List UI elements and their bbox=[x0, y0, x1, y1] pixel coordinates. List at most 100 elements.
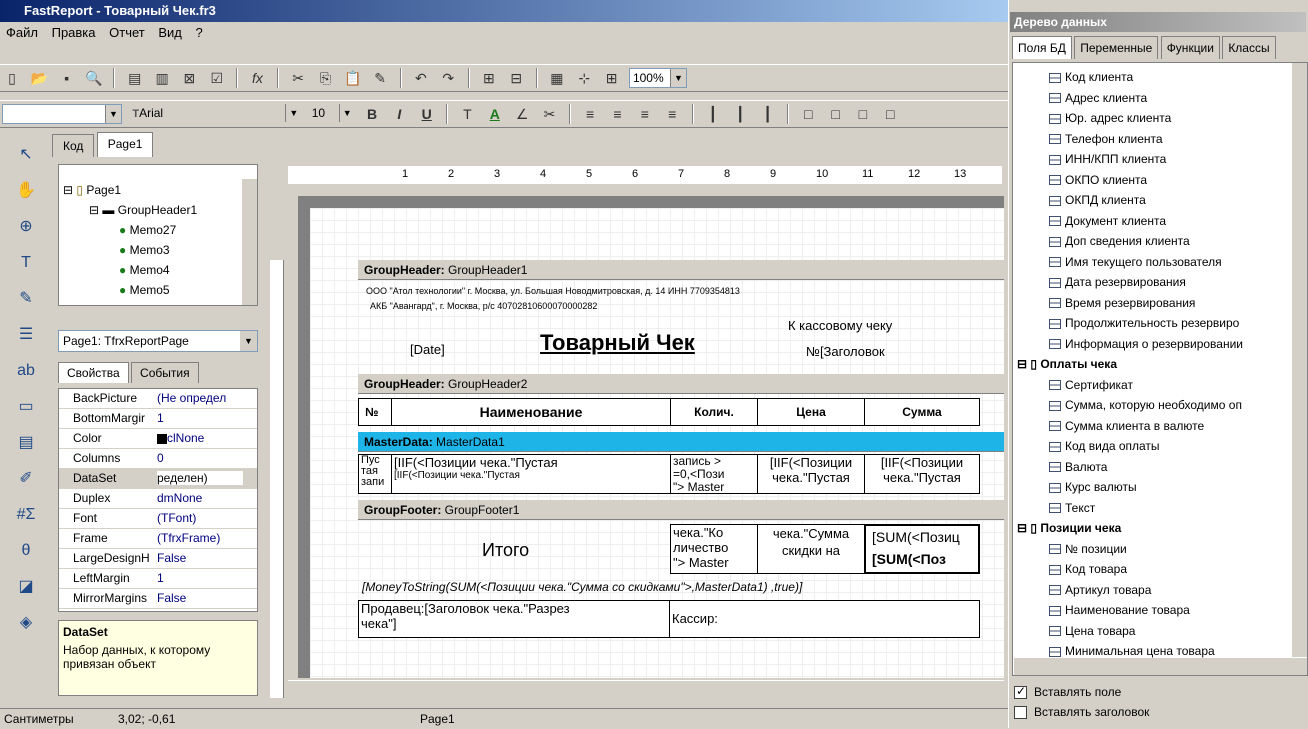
prop-row[interactable]: MirrorMargins False bbox=[59, 589, 257, 609]
band-groupheader2[interactable]: GroupHeader: GroupHeader2 bbox=[358, 374, 1004, 394]
frame-right-icon[interactable]: □ bbox=[880, 104, 900, 124]
menu-view[interactable]: Вид bbox=[158, 25, 182, 40]
design-hscrollbar[interactable] bbox=[288, 680, 1004, 698]
tab-events[interactable]: События bbox=[131, 362, 199, 383]
data-tree-field[interactable]: Минимальная цена товара bbox=[1049, 641, 1215, 661]
font-select[interactable]: TArial ▼ bbox=[129, 104, 302, 124]
font-size-select[interactable]: 10 ▼ bbox=[308, 104, 355, 124]
highlight-icon[interactable]: ∠ bbox=[512, 104, 532, 124]
data-tree-field[interactable]: Время резервирования bbox=[1049, 293, 1195, 313]
header-qty[interactable]: Колич. bbox=[670, 398, 758, 426]
data-tree-field[interactable]: Юр. адрес клиента bbox=[1049, 108, 1171, 128]
prop-row[interactable]: LargeDesignH False bbox=[59, 549, 257, 569]
data-tree-field[interactable]: ОКПД клиента bbox=[1049, 190, 1146, 210]
prop-row[interactable]: LeftMargin 1 bbox=[59, 569, 257, 589]
data-tree-field[interactable]: Артикул товара bbox=[1049, 580, 1151, 600]
to-check-line2[interactable]: №[Заголовок bbox=[806, 344, 885, 359]
valign-top-icon[interactable]: ┃ bbox=[703, 104, 723, 124]
align-justify-icon[interactable]: ≡ bbox=[662, 104, 682, 124]
bold-icon[interactable]: B bbox=[362, 104, 382, 124]
font-settings-icon[interactable]: T bbox=[457, 104, 477, 124]
tab-page1[interactable]: Page1 bbox=[96, 132, 154, 157]
frame-top-icon[interactable]: □ bbox=[798, 104, 818, 124]
prop-row[interactable]: Color clNone bbox=[59, 429, 257, 449]
data-tree-field[interactable]: Сертификат bbox=[1049, 375, 1133, 395]
total-label[interactable]: Итого bbox=[482, 540, 529, 561]
save-icon[interactable]: ▪ bbox=[57, 68, 77, 88]
md-cell-qty[interactable]: запись > =0,<Пози "> Master bbox=[670, 454, 758, 494]
menu-help[interactable]: ? bbox=[196, 25, 203, 40]
delete-page-icon[interactable]: ⊠ bbox=[179, 68, 199, 88]
preview-icon[interactable]: 🔍 bbox=[84, 68, 104, 88]
data-tree-field[interactable]: Код клиента bbox=[1049, 67, 1133, 87]
tab-db-fields[interactable]: Поля БД bbox=[1012, 36, 1072, 59]
data-tree-field[interactable]: Код вида оплаты bbox=[1049, 436, 1160, 456]
menu-file[interactable]: Файл bbox=[6, 25, 38, 40]
data-tree-field[interactable]: Код товара bbox=[1049, 559, 1127, 579]
data-tree-field[interactable]: Сумма клиента в валюте bbox=[1049, 416, 1204, 436]
insert-field-checkbox[interactable]: ✓ bbox=[1014, 684, 1027, 699]
prop-row[interactable]: Font (TFont) bbox=[59, 509, 257, 529]
format-painter-icon[interactable]: ✎ bbox=[370, 68, 390, 88]
menu-edit[interactable]: Правка bbox=[52, 25, 96, 40]
memo-tool-icon[interactable]: ab bbox=[12, 358, 40, 384]
tab-functions[interactable]: Функции bbox=[1160, 36, 1220, 59]
money-text[interactable]: [MoneyToString(SUM(<Позиции чека."Сумма … bbox=[362, 580, 802, 594]
tab-variables[interactable]: Переменные bbox=[1074, 36, 1159, 59]
subreport-tool-icon[interactable]: ▤ bbox=[12, 430, 40, 456]
data-tree-field[interactable]: Курс валюты bbox=[1049, 477, 1137, 497]
prop-row[interactable]: Duplex dmNone bbox=[59, 489, 257, 509]
zoom-tool-icon[interactable]: ⊕ bbox=[12, 214, 40, 240]
barcode-tool-icon[interactable]: θ bbox=[12, 538, 40, 564]
tab-code[interactable]: Код bbox=[52, 134, 95, 157]
bank-text[interactable]: АКБ "Авангард", г. Москва, р/с 407028106… bbox=[370, 301, 597, 311]
tree-scrollbar[interactable] bbox=[241, 179, 257, 305]
page-settings-icon[interactable]: ☑ bbox=[207, 68, 227, 88]
variables-icon[interactable]: fx bbox=[247, 68, 267, 88]
tree-item-memo5[interactable]: ● Memo5 bbox=[119, 283, 170, 297]
data-tree-field[interactable]: Текст bbox=[1049, 498, 1095, 518]
data-tree-field[interactable]: ОКПО клиента bbox=[1049, 170, 1147, 190]
band-masterdata[interactable]: MasterData: MasterData1 bbox=[358, 432, 1004, 452]
frame-left-icon[interactable]: □ bbox=[853, 104, 873, 124]
org-text[interactable]: ООО "Атол технологии" г. Москва, ул. Бол… bbox=[366, 286, 740, 296]
select-tool-icon[interactable]: ↖ bbox=[12, 142, 40, 168]
header-no[interactable]: № bbox=[358, 398, 392, 426]
prop-row-selected[interactable]: DataSet ределен) bbox=[59, 469, 257, 489]
ungroup-icon[interactable]: ⊟ bbox=[506, 68, 526, 88]
prop-row[interactable]: BottomMargir 1 bbox=[59, 409, 257, 429]
undo-icon[interactable]: ↶ bbox=[411, 68, 431, 88]
group-icon[interactable]: ⊞ bbox=[479, 68, 499, 88]
format-copy-icon[interactable]: ✎ bbox=[12, 286, 40, 312]
date-field[interactable]: [Date] bbox=[410, 342, 445, 357]
data-tree-field[interactable]: Информация о резервировании bbox=[1049, 334, 1243, 354]
system-text-icon[interactable]: #Σ bbox=[12, 502, 40, 528]
line-tool-icon[interactable]: ✐ bbox=[12, 466, 40, 492]
fit-grid-icon[interactable]: ⊞ bbox=[602, 68, 622, 88]
chart-tool-icon[interactable]: ◪ bbox=[12, 574, 40, 600]
header-name[interactable]: Наименование bbox=[391, 398, 671, 426]
to-check-line1[interactable]: К кассовому чеку bbox=[788, 318, 892, 333]
redo-icon[interactable]: ↷ bbox=[438, 68, 458, 88]
gf-cell-qty[interactable]: чека."Ко личество "> Master bbox=[670, 524, 758, 574]
cut-icon[interactable]: ✂ bbox=[288, 68, 308, 88]
copy-icon[interactable]: ⎘ bbox=[315, 68, 335, 88]
style-icon[interactable]: ✂ bbox=[539, 104, 559, 124]
tree-item-memo4[interactable]: ● Memo4 bbox=[119, 263, 170, 277]
new-page-icon[interactable]: ▤ bbox=[125, 68, 145, 88]
cashier-field[interactable]: Кассир: bbox=[669, 600, 980, 638]
tree-item-groupheader1[interactable]: ⊟ ▬ GroupHeader1 bbox=[89, 203, 197, 217]
band-groupheader1[interactable]: GroupHeader: GroupHeader1 bbox=[358, 260, 1004, 280]
gf-cell-sum[interactable]: [SUM(<Позиц [SUM(<Поз bbox=[864, 524, 980, 574]
data-tree-field[interactable]: № позиции bbox=[1049, 539, 1127, 559]
text-tool-icon[interactable]: T bbox=[12, 250, 40, 276]
data-tree-field[interactable]: Документ клиента bbox=[1049, 211, 1166, 231]
prop-row[interactable]: Columns 0 bbox=[59, 449, 257, 469]
md-cell-price[interactable]: [IIF(<Позиции чека."Пустая bbox=[757, 454, 865, 494]
tab-properties[interactable]: Свойства bbox=[58, 362, 129, 383]
md-cell-empty[interactable]: Пус тая запи bbox=[358, 454, 392, 494]
align-grid-icon[interactable]: ⊹ bbox=[574, 68, 594, 88]
prop-row[interactable]: BackPicture (Не определ bbox=[59, 389, 257, 409]
header-sum[interactable]: Сумма bbox=[864, 398, 980, 426]
band-tool-icon[interactable]: ☰ bbox=[12, 322, 40, 348]
